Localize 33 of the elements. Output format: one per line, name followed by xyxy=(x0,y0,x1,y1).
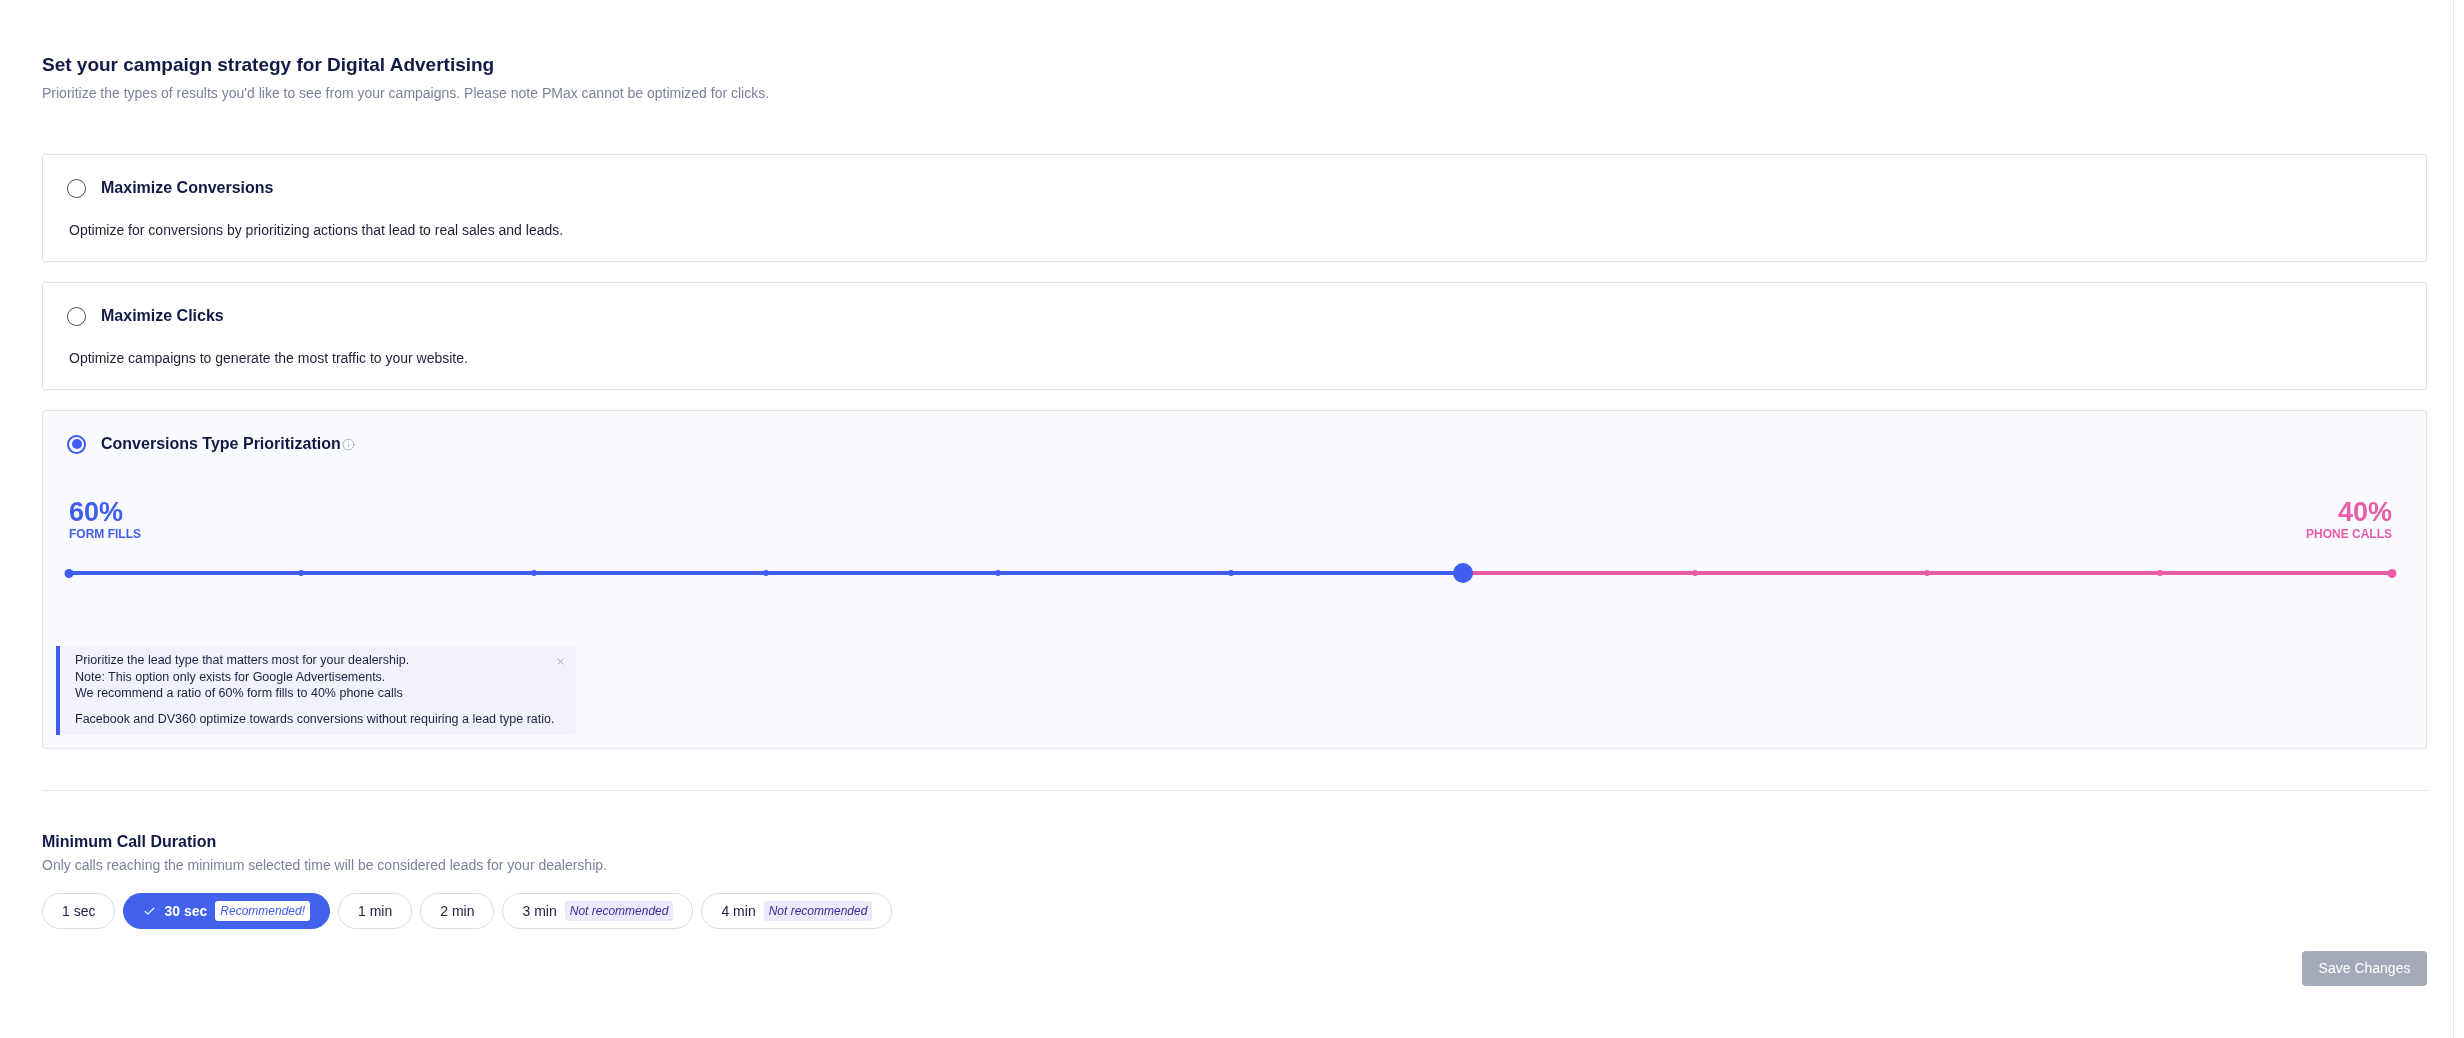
duration-option[interactable]: 1 sec xyxy=(42,893,116,929)
option-description: Optimize campaigns to generate the most traffic to your website. xyxy=(69,349,469,368)
note-text: Note: This option only exists for Google Advertisements. xyxy=(75,668,386,685)
radio-button[interactable] xyxy=(67,434,86,454)
recommendation-badge: Recommended! xyxy=(215,901,310,921)
note-text: Facebook and DV360 optimize towards conversions without requiring a lead type ratio. xyxy=(75,710,555,727)
percent-value: 40% xyxy=(2337,498,2392,526)
page-subtitle: Prioritize the types of results you'd like to see from your campaigns. Please note PMax cannot be optimized for clicks. xyxy=(42,84,771,102)
option-card[interactable]: Maximize Clicks Optimize campaigns to generate the most traffic to your website. xyxy=(42,282,2427,390)
duration-option[interactable]: 1 min xyxy=(338,893,413,929)
radio-button[interactable] xyxy=(67,178,86,198)
side-label: FORM FILLS xyxy=(69,527,141,541)
option-title: Conversions Type Prioritization xyxy=(101,434,341,454)
section-subtitle: Only calls reaching the minimum selected time will be considered leads for your dealership. xyxy=(42,856,608,874)
recommendation-badge: Not recommended xyxy=(564,901,674,921)
radio-button[interactable] xyxy=(67,306,86,326)
option-card[interactable] xyxy=(42,410,2427,749)
note-text: Prioritize the lead type that matters most for your dealership. xyxy=(75,652,410,669)
page-title: Set your campaign strategy for Digital Advertising xyxy=(42,53,496,77)
option-card[interactable]: Maximize Conversions Optimize for conversions by prioritizing actions that lead to real sales and leads. xyxy=(42,154,2427,262)
option-title: Maximize Conversions xyxy=(101,178,274,198)
duration-option[interactable]: 30 sec Recommended! xyxy=(123,893,330,929)
slider-thumb[interactable] xyxy=(1452,563,1473,583)
recommendation-badge: Not recommended xyxy=(763,901,873,921)
duration-option[interactable]: 4 min Not recommended xyxy=(701,893,893,929)
section-title: Minimum Call Duration xyxy=(42,832,218,852)
option-title: Maximize Clicks xyxy=(101,306,224,326)
percent-value: 60% xyxy=(69,498,124,526)
side-label: PHONE CALLS xyxy=(2306,527,2392,541)
duration-option[interactable]: 2 min xyxy=(420,893,495,929)
duration-option[interactable]: 3 min Not recommended xyxy=(502,893,694,929)
note-text: We recommend a ratio of 60% form fills to 40% phone calls xyxy=(75,685,403,702)
option-description: Optimize for conversions by prioritizing actions that lead to real sales and leads. xyxy=(69,221,565,240)
